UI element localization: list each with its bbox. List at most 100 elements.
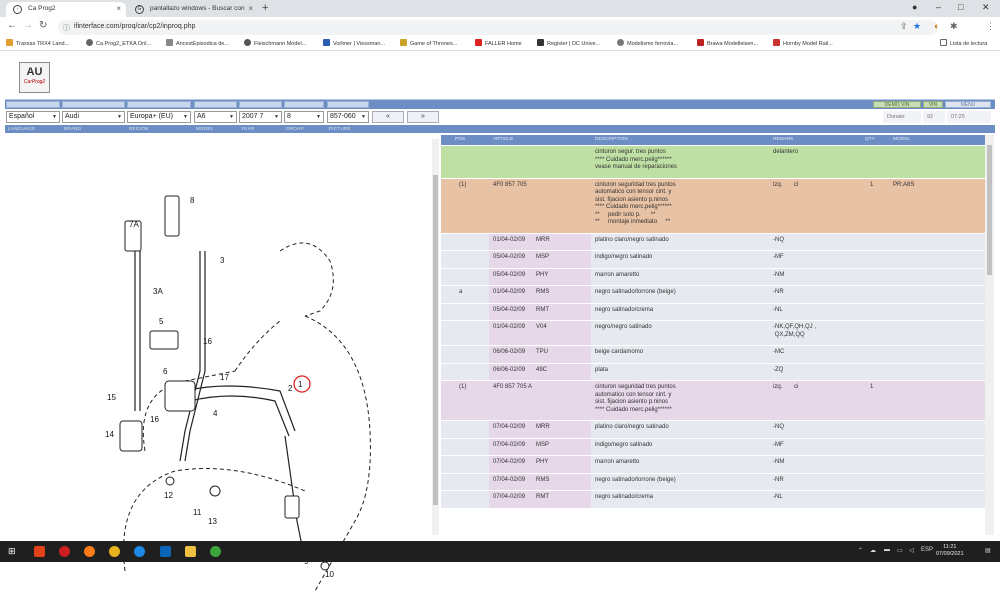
bookmark-item[interactable]: Traxxas TRX4 Land... [6, 39, 69, 47]
extension-icon[interactable]: ◐ [934, 21, 939, 31]
table-row[interactable]: 05/04-02/09 RMT negro satinado/crema -NL [441, 303, 985, 321]
back-icon[interactable]: ← [7, 20, 17, 31]
donate-link[interactable]: Donate [883, 111, 921, 123]
mail-icon[interactable] [160, 546, 171, 557]
edge-icon[interactable] [134, 546, 145, 557]
row-code: MRR [536, 236, 550, 243]
prev-page-button[interactable]: « [372, 111, 404, 123]
table-row[interactable]: (1) 4F0 857 705 A cinturon seguridad tres … [441, 381, 985, 421]
reading-list[interactable]: Lista de lectura [940, 39, 987, 47]
group-select[interactable]: 8 ▼ [284, 111, 324, 123]
firefox-icon[interactable] [84, 546, 95, 557]
bookmark-item[interactable]: Vorlmer | Viessman... [323, 39, 385, 47]
callout-label: 7A [129, 220, 139, 229]
scrollbar-thumb[interactable] [987, 145, 992, 275]
callout-label: 12 [164, 491, 173, 500]
address-toolbar: ← → ↻ ⓘ ifinterface.com/proq/car/cp2/inp… [0, 17, 1000, 49]
table-row[interactable]: 05/04-02/09 PHY marron amaretto -NM [441, 268, 985, 286]
tab-search-icon[interactable]: ● [912, 2, 917, 12]
bookmark-item[interactable]: FALLER Home [475, 39, 522, 47]
tab-ca-prog2[interactable]: ◦ Ca Prog2 × [6, 2, 126, 17]
tray-expand-icon[interactable]: ⌃ [858, 547, 863, 554]
bookmark-item[interactable]: Register | DC Unive... [537, 39, 600, 47]
year-select[interactable]: 2007 7 ▼ [239, 111, 282, 123]
row-remark: -NM [773, 459, 785, 465]
model-select[interactable]: A6 ▼ [194, 111, 237, 123]
new-tab-button[interactable]: + [262, 2, 268, 14]
drive-icon[interactable]: ▬ [884, 547, 890, 553]
table-row[interactable]: 07/04-02/09 PHY marron amaretto -NM [441, 456, 985, 474]
counter-value: 92 [923, 111, 945, 123]
demo-vin-button[interactable]: DEMO VIN [873, 101, 921, 108]
notifications-icon[interactable]: ▤ [985, 547, 991, 554]
bookmark-icon [6, 39, 13, 46]
diagram-scrollbar[interactable] [432, 139, 439, 535]
table-row[interactable]: a 01/04-02/09 RMS negro satinado/torrone (b… [441, 286, 985, 304]
url-field[interactable]: ⓘ ifinterface.com/proq/car/cp2/inproq.ph… [58, 20, 938, 35]
brand-select[interactable]: Audi ▼ [62, 111, 125, 123]
info-icon[interactable]: ⓘ [63, 23, 70, 33]
table-row[interactable]: cinturon segur. tres puntos **** Cuidado… [441, 146, 985, 179]
file-explorer-icon[interactable] [185, 546, 196, 557]
language-indicator[interactable]: ESP [921, 547, 933, 553]
puzzle-icon[interactable]: ✱ [950, 21, 958, 32]
minimize-icon[interactable]: – [936, 2, 941, 12]
close-icon[interactable]: × [116, 4, 121, 13]
network-icon[interactable]: ▭ [897, 547, 903, 554]
tab-google-search[interactable]: G pantallazo windows - Buscar con × [128, 2, 258, 17]
opera-icon[interactable] [59, 546, 70, 557]
row-description: cinturon segur. tres puntos **** Cuidado… [595, 149, 678, 170]
picture-select[interactable]: 857-060 ▼ [327, 111, 369, 123]
row-description: negro satinado/torrone (beige) [595, 476, 676, 483]
parts-table-body: cinturon segur. tres puntos **** Cuidado… [441, 146, 985, 509]
maximize-icon[interactable]: □ [958, 2, 963, 12]
chrome-icon[interactable] [109, 546, 120, 557]
star-icon[interactable]: ★ [913, 21, 921, 32]
table-row[interactable]: 01/04-02/09 V04 negro/negro satinado -NK,QF… [441, 321, 985, 346]
table-row[interactable]: 07/04-02/09 MRR platino claro/negro satina… [441, 421, 985, 439]
next-page-button[interactable]: » [407, 111, 439, 123]
brand-label: BRAND [64, 126, 82, 131]
share-icon[interactable]: ⇪ [900, 21, 908, 32]
bookmark-item[interactable]: Hornby Model Rail... [773, 39, 833, 47]
table-row[interactable]: 06/06-02/09 49C plata -ZQ [441, 363, 985, 381]
seatbelt-diagram[interactable]: 8 7A 3 3A 5 16 6 17 1 2 4 15 16 14 12 11… [105, 191, 405, 591]
vin-button[interactable]: VIN [923, 101, 943, 108]
bookmark-item[interactable]: Fleischmann Model... [244, 39, 306, 47]
close-icon[interactable]: × [248, 4, 253, 13]
bookmark-item[interactable]: Game of Thrones... [400, 39, 457, 47]
scrollbar-thumb[interactable] [433, 175, 438, 505]
bookmark-item[interactable]: AncestEpisodica de... [166, 39, 229, 47]
reload-icon[interactable]: ↻ [39, 20, 47, 31]
bookmark-item[interactable]: Modelismo ferrovia... [617, 39, 678, 47]
menu-icon[interactable]: ⋮ [986, 21, 995, 32]
table-row[interactable]: (1) 4F0 857 705 cinturon seguridad tres pu… [441, 178, 985, 234]
toolbar-bar: DEMO VIN VIN MENU [5, 99, 995, 109]
language-select[interactable]: Español ▼ [6, 111, 60, 123]
table-row[interactable]: 07/04-02/09 RMT negro satinado/crema -NL [441, 491, 985, 509]
windows-taskbar: ⊞ ⌃ ☁ ▬ ▭ ◁ ESP 11:21 07/09/2021 ▤ [0, 541, 1000, 562]
chevron-down-icon: ▼ [183, 114, 188, 120]
clock[interactable]: 11:21 07/09/2021 [936, 544, 964, 558]
table-row[interactable]: 01/04-02/09 MRR platino claro/negro satina… [441, 233, 985, 251]
row-remark: -MF [773, 441, 784, 448]
bookmark-item[interactable]: Ca Prog2_ETKA Onl... [86, 39, 151, 47]
browser-tab-bar: ◦ Ca Prog2 × G pantallazo windows - Busc… [0, 0, 1000, 17]
office-icon[interactable] [34, 546, 45, 557]
table-row[interactable]: 07/04-02/09 RMS negro satinado/torrone (be… [441, 473, 985, 491]
forward-icon[interactable]: → [23, 20, 33, 31]
windows-start-icon[interactable]: ⊞ [8, 546, 19, 557]
volume-icon[interactable]: ◁ [909, 547, 914, 554]
bookmark-item[interactable]: Brawa Modelleisen... [697, 39, 758, 47]
selector-row: Español ▼ Audi ▼ Europa+ (EU) ▼ A6 ▼ 2007 7 ▼… [5, 110, 995, 125]
region-select[interactable]: Europa+ (EU) ▼ [127, 111, 191, 123]
close-window-icon[interactable]: ✕ [982, 2, 990, 13]
callout-label: 3 [220, 256, 225, 265]
table-row[interactable]: 06/06-02/09 TPU beige cardamomo -MC [441, 346, 985, 364]
table-scrollbar[interactable] [985, 135, 994, 535]
cloud-icon[interactable]: ☁ [870, 547, 876, 554]
menu-button[interactable]: MENU [945, 101, 991, 108]
table-row[interactable]: 07/04-02/09 MSP indigo/negro satinado -MF [441, 438, 985, 456]
table-row[interactable]: 05/04-02/09 MSP indigo/negro satinado -MF [441, 251, 985, 269]
utorrent-icon[interactable] [210, 546, 221, 557]
